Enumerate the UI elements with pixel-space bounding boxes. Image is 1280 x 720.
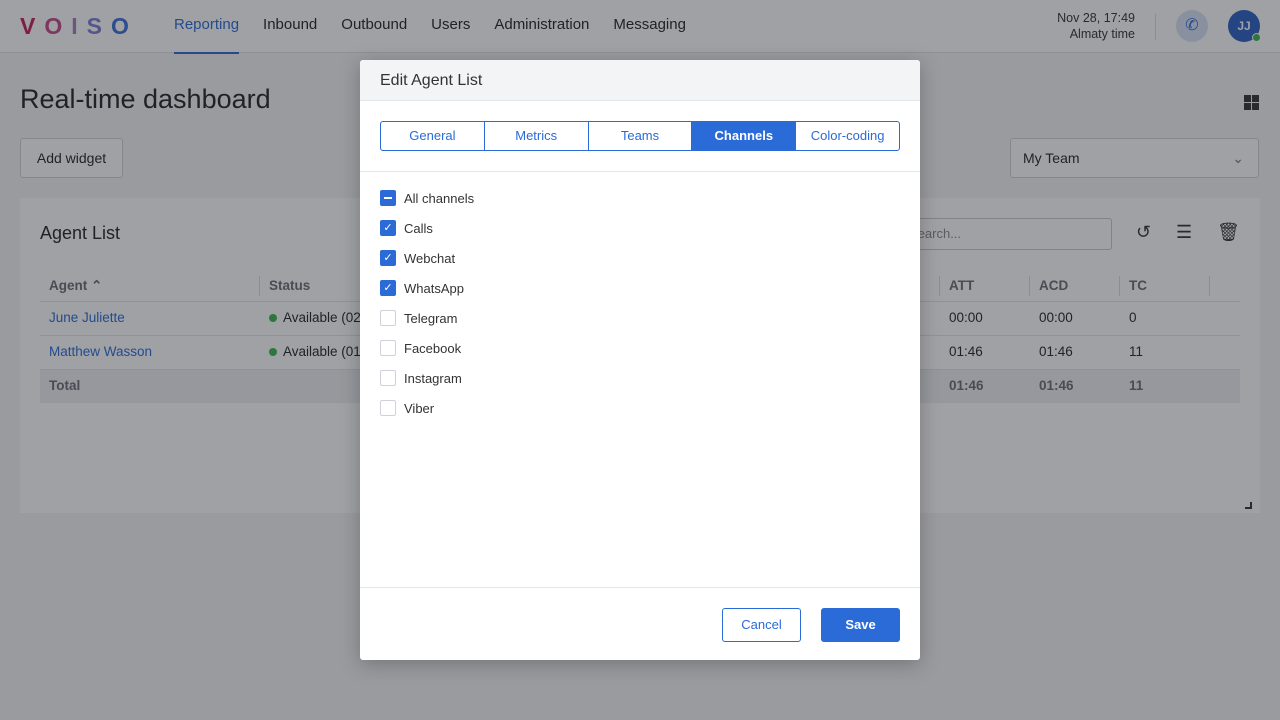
tab-channels[interactable]: Channels [692, 122, 797, 150]
tab-general[interactable]: General [381, 122, 485, 150]
save-button[interactable]: Save [821, 608, 900, 642]
unchecked-checkbox-icon[interactable] [380, 370, 396, 386]
checked-checkbox-icon[interactable]: ✓ [380, 220, 396, 236]
checkbox-instagram[interactable]: Instagram [380, 368, 462, 388]
modal-title: Edit Agent List [360, 60, 920, 101]
unchecked-checkbox-icon[interactable] [380, 310, 396, 326]
checkbox-all-channels[interactable]: All channels [380, 188, 474, 208]
unchecked-checkbox-icon[interactable] [380, 340, 396, 356]
indeterminate-checkbox-icon[interactable] [380, 190, 396, 206]
checkbox-calls[interactable]: ✓ Calls [380, 218, 433, 238]
checkbox-facebook[interactable]: Facebook [380, 338, 461, 358]
checked-checkbox-icon[interactable]: ✓ [380, 250, 396, 266]
divider [360, 587, 920, 588]
checkbox-viber[interactable]: Viber [380, 398, 434, 418]
checkbox-whatsapp[interactable]: ✓ WhatsApp [380, 278, 464, 298]
divider [360, 171, 920, 172]
cancel-button[interactable]: Cancel [722, 608, 801, 642]
checkbox-label: Facebook [404, 340, 462, 356]
checkbox-webchat[interactable]: ✓ Webchat [380, 248, 455, 268]
checkbox-label: Instagram [404, 370, 462, 386]
tab-metrics[interactable]: Metrics [485, 122, 589, 150]
checkbox-label: Calls [404, 220, 433, 236]
checkbox-telegram[interactable]: Telegram [380, 308, 457, 328]
tab-color-coding[interactable]: Color-coding [796, 122, 899, 150]
checked-checkbox-icon[interactable]: ✓ [380, 280, 396, 296]
checkbox-label: All channels [404, 190, 475, 206]
checkbox-label: Webchat [404, 250, 456, 266]
modal-tabs: General Metrics Teams Channels Color-cod… [380, 121, 900, 151]
checkbox-label: WhatsApp [404, 280, 464, 296]
unchecked-checkbox-icon[interactable] [380, 400, 396, 416]
checkbox-label: Viber [404, 400, 435, 416]
checkbox-label: Telegram [404, 310, 458, 326]
tab-teams[interactable]: Teams [589, 122, 693, 150]
edit-agent-list-modal: Edit Agent List General Metrics Teams Ch… [360, 60, 920, 660]
